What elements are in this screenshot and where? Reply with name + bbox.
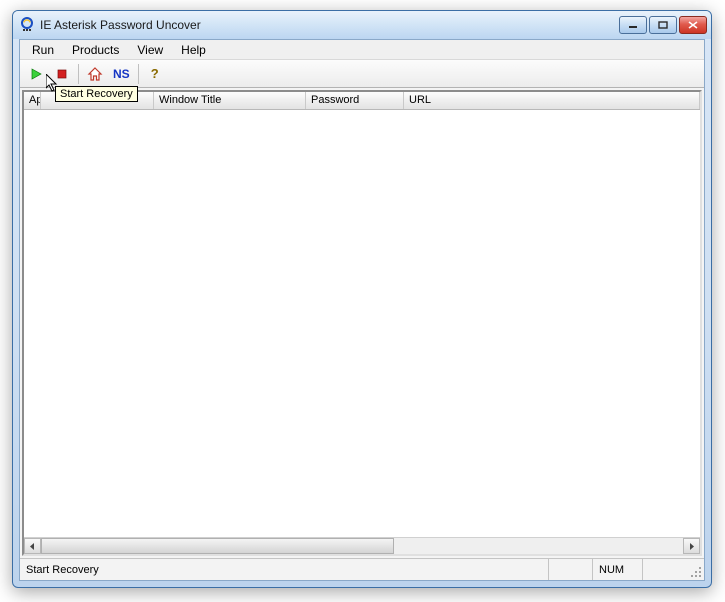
toolbar-separator	[138, 64, 139, 84]
triangle-left-icon	[29, 543, 36, 550]
menu-run[interactable]: Run	[24, 41, 62, 59]
toolbar-separator	[78, 64, 79, 84]
column-url[interactable]: URL	[404, 92, 700, 109]
ns-label: NS	[110, 67, 133, 81]
status-num: NUM	[592, 559, 642, 580]
app-window: IE Asterisk Password Uncover Run Product…	[12, 10, 712, 588]
stop-icon	[55, 67, 69, 81]
title-bar[interactable]: IE Asterisk Password Uncover	[13, 11, 711, 39]
horizontal-scrollbar[interactable]	[24, 537, 700, 554]
minimize-button[interactable]	[619, 16, 647, 34]
menu-help[interactable]: Help	[173, 41, 214, 59]
ns-button[interactable]: NS	[109, 63, 134, 85]
close-button[interactable]	[679, 16, 707, 34]
column-window-title[interactable]: Window Title	[154, 92, 306, 109]
toolbar: NS ? Start Recovery	[20, 60, 704, 88]
start-recovery-button[interactable]	[24, 63, 48, 85]
status-text: Start Recovery	[20, 559, 548, 580]
home-button[interactable]	[83, 63, 107, 85]
client-area: Run Products View Help	[19, 39, 705, 581]
scroll-right-button[interactable]	[683, 538, 700, 554]
home-icon	[87, 66, 103, 82]
status-pane-empty	[548, 559, 592, 580]
play-icon	[29, 67, 43, 81]
grip-icon	[690, 566, 702, 578]
stop-button[interactable]	[50, 63, 74, 85]
resize-grip[interactable]	[686, 559, 704, 580]
window-title: IE Asterisk Password Uncover	[40, 18, 619, 32]
maximize-button[interactable]	[649, 16, 677, 34]
menu-products[interactable]: Products	[64, 41, 127, 59]
triangle-right-icon	[688, 543, 695, 550]
scroll-thumb[interactable]	[41, 538, 394, 554]
column-password[interactable]: Password	[306, 92, 404, 109]
menu-view[interactable]: View	[129, 41, 171, 59]
column-application[interactable]: Application	[24, 92, 41, 109]
list-body[interactable]	[24, 110, 700, 537]
help-button[interactable]: ?	[143, 63, 167, 85]
scroll-track[interactable]	[41, 538, 683, 554]
menu-bar: Run Products View Help	[20, 40, 704, 60]
window-controls	[619, 16, 707, 34]
list-view[interactable]: Application Window Title Password URL	[22, 90, 702, 556]
scroll-left-button[interactable]	[24, 538, 41, 554]
tooltip: Start Recovery	[55, 86, 138, 102]
help-icon: ?	[151, 66, 159, 81]
status-pane-empty-2	[642, 559, 686, 580]
status-bar: Start Recovery NUM	[20, 558, 704, 580]
app-icon	[19, 17, 35, 33]
